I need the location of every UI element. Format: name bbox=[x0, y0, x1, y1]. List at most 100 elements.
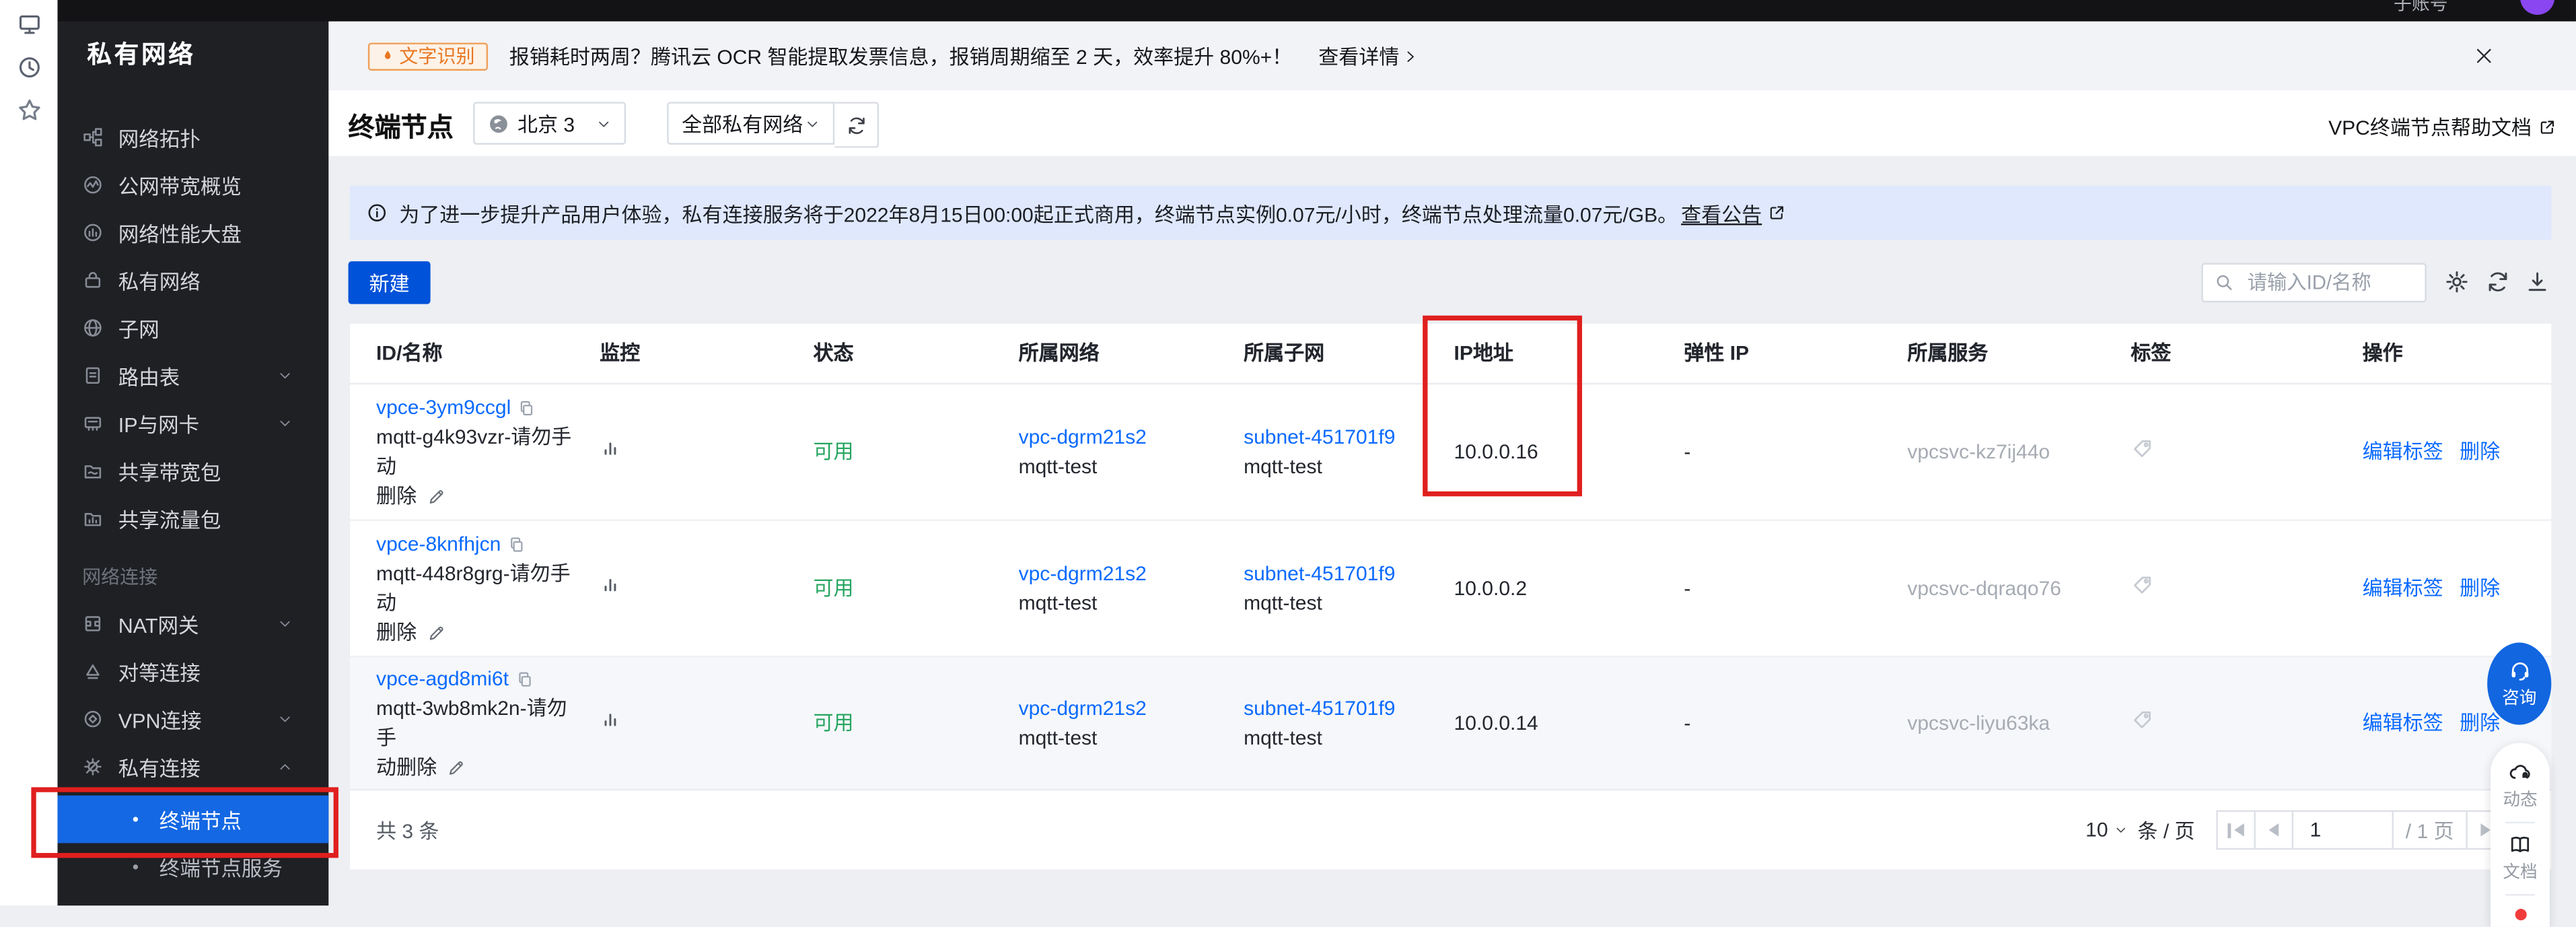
search-icon bbox=[2215, 273, 2234, 292]
sidebar-item-网络性能大盘[interactable]: 网络性能大盘 bbox=[57, 209, 328, 256]
search-box[interactable] bbox=[2201, 263, 2426, 303]
sidebar-item-终端节点[interactable]: 终端节点 bbox=[57, 796, 328, 844]
page-total-label: / 1 页 bbox=[2392, 811, 2468, 850]
action-编辑标签[interactable]: 编辑标签 bbox=[2363, 712, 2443, 734]
column-header: 所属子网 bbox=[1217, 339, 1427, 368]
sidebar-item-网络拓扑[interactable]: 网络拓扑 bbox=[57, 113, 328, 161]
avatar[interactable] bbox=[2520, 0, 2554, 15]
subnet-link[interactable]: subnet-451701f9 bbox=[1244, 697, 1395, 720]
column-header: 标签 bbox=[2104, 339, 2336, 368]
create-button[interactable]: 新建 bbox=[349, 261, 431, 304]
consult-widget[interactable]: 咨询 bbox=[2487, 643, 2551, 725]
rail-clock-icon[interactable] bbox=[15, 55, 42, 81]
sidebar-item-私有网络[interactable]: 私有网络 bbox=[57, 256, 328, 304]
subnet-name: mqtt-test bbox=[1244, 588, 1427, 618]
action-编辑标签[interactable]: 编辑标签 bbox=[2363, 440, 2443, 463]
rail-star-icon[interactable] bbox=[15, 97, 42, 123]
column-header: 所属服务 bbox=[1881, 339, 2104, 368]
page-size-select[interactable]: 10 bbox=[2085, 819, 2128, 842]
edit-icon[interactable] bbox=[427, 623, 445, 642]
sidebar-item-路由表[interactable]: 路由表 bbox=[57, 351, 328, 399]
endpoint-id-link[interactable]: vpce-3ym9ccgl bbox=[376, 392, 511, 422]
private-link-icon bbox=[82, 756, 104, 778]
sidebar-item-共享流量包[interactable]: 共享流量包 bbox=[57, 495, 328, 543]
sidebar-title: 私有网络 bbox=[87, 36, 195, 71]
rail-console-icon[interactable] bbox=[15, 11, 42, 38]
download-icon[interactable] bbox=[2525, 269, 2550, 294]
monitor-chart-icon[interactable] bbox=[600, 708, 621, 730]
actions-cell: 编辑标签删除 bbox=[2336, 574, 2552, 603]
subnet-link[interactable]: subnet-451701f9 bbox=[1244, 562, 1395, 585]
endpoint-id-link[interactable]: vpce-agd8mi6t bbox=[376, 664, 509, 693]
subnet-link[interactable]: subnet-451701f9 bbox=[1244, 425, 1395, 448]
endpoint-id-cell: vpce-agd8mi6tmqtt-3wb8mk2n-请勿手动删除 bbox=[350, 664, 573, 782]
action-删除[interactable]: 删除 bbox=[2460, 712, 2500, 734]
chevron-down-icon bbox=[278, 416, 293, 431]
close-icon[interactable] bbox=[2474, 46, 2494, 65]
sidebar-item-终端节点服务[interactable]: 终端节点服务 bbox=[57, 843, 328, 891]
service-cell: vpcsvc-liyu63ka bbox=[1881, 708, 2104, 738]
vpc-filter-select[interactable]: 全部私有网络 bbox=[667, 102, 834, 144]
region-select[interactable]: 北京 3 bbox=[473, 102, 626, 144]
action-编辑标签[interactable]: 编辑标签 bbox=[2363, 577, 2443, 600]
account-label[interactable]: 子账号 bbox=[2394, 0, 2448, 16]
endpoint-id-cell: vpce-3ym9ccglmqtt-g4k93vzr-请勿手动删除 bbox=[350, 392, 573, 511]
status-cell: 可用 bbox=[787, 437, 992, 467]
gear-icon[interactable] bbox=[2445, 269, 2470, 294]
vpc-cell: vpc-dgrm21s2mqtt-test bbox=[993, 559, 1217, 618]
ip-cell: 10.0.0.2 bbox=[1427, 574, 1657, 603]
endpoint-id-cell: vpce-8knfhjcnmqtt-448r8grg-请勿手动删除 bbox=[350, 529, 573, 648]
docs-icon[interactable] bbox=[2509, 833, 2532, 856]
refresh-icon[interactable] bbox=[2486, 269, 2511, 294]
edit-icon[interactable] bbox=[447, 759, 465, 777]
notice-text: 为了进一步提升产品用户体验，私有连接服务将于2022年8月15日00:00起正式… bbox=[399, 198, 1678, 228]
table-footer: 共 3 条 10 条 / 页 / 1 页 bbox=[350, 789, 2551, 870]
monitor-chart-icon[interactable] bbox=[600, 574, 621, 595]
column-header: ID/名称 bbox=[350, 339, 573, 368]
prev-page-button[interactable] bbox=[2254, 811, 2293, 850]
external-link-icon bbox=[2538, 118, 2556, 136]
filter-refresh-button[interactable] bbox=[834, 102, 879, 147]
edit-icon[interactable] bbox=[427, 487, 445, 506]
monitor-chart-icon[interactable] bbox=[600, 437, 621, 458]
table-row: vpce-3ym9ccglmqtt-g4k93vzr-请勿手动删除 可用 vpc-d… bbox=[350, 384, 2551, 521]
vpc-link[interactable]: vpc-dgrm21s2 bbox=[1019, 697, 1147, 720]
search-input[interactable] bbox=[2244, 269, 2413, 296]
sidebar-item-公网带宽概览[interactable]: 公网带宽概览 bbox=[57, 161, 328, 209]
endpoint-id-link[interactable]: vpce-8knfhjcn bbox=[376, 529, 501, 559]
sidebar-item-VPN连接[interactable]: VPN连接 bbox=[57, 695, 328, 743]
help-doc-link[interactable]: VPC终端节点帮助文档 bbox=[2328, 112, 2556, 141]
endpoint-name-line: 删除 bbox=[376, 618, 573, 648]
ip-cell: 10.0.0.16 bbox=[1427, 437, 1657, 467]
vpc-link[interactable]: vpc-dgrm21s2 bbox=[1019, 425, 1147, 448]
eip-cell: - bbox=[1657, 437, 1881, 467]
sidebar-item-NAT网关[interactable]: NAT网关 bbox=[57, 600, 328, 648]
sidebar-item-label: 终端节点 bbox=[159, 804, 242, 835]
globe-icon bbox=[82, 317, 104, 339]
action-删除[interactable]: 删除 bbox=[2460, 577, 2500, 600]
vpc-link[interactable]: vpc-dgrm21s2 bbox=[1019, 562, 1147, 585]
sidebar: 私有网络 网络拓扑公网带宽概览网络性能大盘私有网络子网路由表IP与网卡共享带宽包… bbox=[57, 0, 328, 905]
pagination: 10 条 / 页 / 1 页 bbox=[2085, 811, 2505, 850]
sidebar-item-私有连接[interactable]: 私有连接 bbox=[57, 743, 328, 790]
eip-cell: - bbox=[1657, 708, 1881, 738]
topology-icon bbox=[82, 127, 104, 148]
promo-banner: 文字识别 报销耗时两周？腾讯云 OCR 智能提取发票信息，报销周期缩至 2 天，… bbox=[328, 22, 2576, 91]
sidebar-item-IP与网卡[interactable]: IP与网卡 bbox=[57, 399, 328, 447]
page-input[interactable] bbox=[2292, 811, 2394, 850]
lock-icon bbox=[82, 269, 104, 291]
sidebar-item-label: IP与网卡 bbox=[118, 407, 199, 438]
sidebar-item-对等连接[interactable]: 对等连接 bbox=[57, 648, 328, 695]
action-删除[interactable]: 删除 bbox=[2460, 440, 2500, 463]
chevron-down-icon bbox=[2114, 823, 2128, 837]
feed-icon[interactable] bbox=[2509, 761, 2532, 784]
sidebar-item-共享带宽包[interactable]: 共享带宽包 bbox=[57, 447, 328, 495]
sidebar-item-子网[interactable]: 子网 bbox=[57, 304, 328, 352]
promo-details-link[interactable]: 查看详情 bbox=[1318, 41, 1417, 71]
sidebar-item-label: 共享带宽包 bbox=[118, 455, 221, 486]
first-page-button[interactable] bbox=[2216, 811, 2256, 850]
sidebar-item-label: 共享流量包 bbox=[118, 503, 221, 534]
bullet-icon bbox=[133, 864, 138, 869]
top-nav-bar: 子账号 bbox=[57, 0, 2576, 22]
announcement-link[interactable]: 查看公告 bbox=[1681, 198, 1762, 228]
